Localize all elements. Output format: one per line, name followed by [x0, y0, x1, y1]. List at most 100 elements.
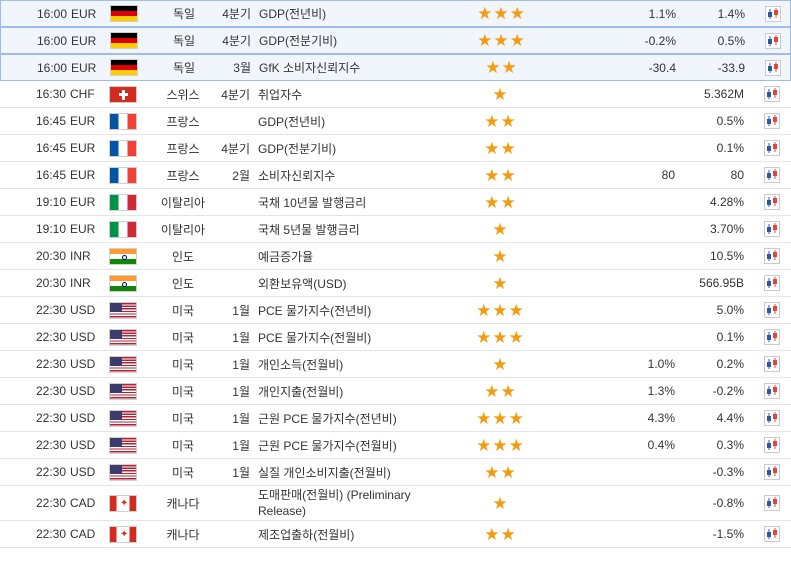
calendar-row[interactable]: 22:30 USD 미국 1월 PCE 물가지수(전년비) ★ ★ ★ 5.0%: [0, 297, 791, 324]
flag-fr-icon: [109, 112, 137, 130]
calendar-row[interactable]: 19:10 EUR 이탈리아 국채 10년물 발행금리 ★ ★ 4.28%: [0, 189, 791, 216]
calendar-row[interactable]: 22:30 USD 미국 1월 근원 PCE 물가지수(전월비) ★ ★ ★ 0.4% 0.3%: [0, 432, 791, 459]
candlestick-chart-icon[interactable]: [764, 495, 780, 511]
event-name[interactable]: GDP(전년비): [258, 108, 448, 134]
calendar-row[interactable]: 16:45 EUR 프랑스 4분기 GDP(전분기비) ★ ★ 0.1%: [0, 135, 791, 162]
currency-code: USD: [70, 303, 96, 317]
event-name[interactable]: 개인소득(전월비): [258, 351, 448, 377]
event-name[interactable]: 국채 5년물 발행금리: [258, 216, 448, 242]
candlestick-chart-icon[interactable]: [764, 356, 780, 372]
currency-code: USD: [70, 465, 96, 479]
event-time: 16:45: [35, 168, 66, 182]
event-name[interactable]: 취업자수: [258, 81, 448, 107]
actual-value: [580, 216, 675, 242]
event-name[interactable]: 실질 개인소비지출(전월비): [258, 459, 448, 485]
star-icon: ★: [492, 327, 508, 347]
star-icon: ★: [492, 354, 508, 374]
candlestick-chart-icon[interactable]: [764, 248, 780, 264]
calendar-row[interactable]: 16:00 EUR 독일 4분기 GDP(전분기비) ★ ★ ★ -0.2% 0.5%: [0, 27, 791, 54]
calendar-row[interactable]: 20:30 INR 인도 예금증가율 ★ 10.5%: [0, 243, 791, 270]
event-time: 22:30: [35, 527, 66, 541]
country-name: 미국: [171, 438, 195, 453]
candlestick-chart-icon[interactable]: [764, 194, 780, 210]
candlestick-chart-icon[interactable]: [764, 464, 780, 480]
calendar-row[interactable]: 22:30 USD 미국 1월 PCE 물가지수(전월비) ★ ★ ★ 0.1%: [0, 324, 791, 351]
calendar-row[interactable]: 22:30 CAD ✦ 캐나다 제조업출하(전월비) ★ ★ -1.5%: [0, 521, 791, 548]
calendar-row[interactable]: 22:30 USD 미국 1월 개인소득(전월비) ★ 1.0% 0.2%: [0, 351, 791, 378]
actual-value: [580, 189, 675, 215]
event-name[interactable]: GDP(전년비): [259, 1, 449, 26]
event-name[interactable]: GDP(전분기비): [258, 135, 448, 161]
calendar-row[interactable]: 20:30 INR 인도 외환보유액(USD) ★ 566.95B: [0, 270, 791, 297]
event-name[interactable]: 외환보유액(USD): [258, 270, 448, 296]
event-name[interactable]: PCE 물가지수(전월비): [258, 324, 448, 350]
importance-rating: ★: [466, 270, 534, 296]
calendar-row[interactable]: 22:30 CAD ✦ 캐나다 도매판매(전월비) (Preliminary Relea…: [0, 486, 791, 521]
flag-us-icon: [109, 382, 137, 400]
event-period: [214, 486, 250, 520]
candlestick-chart-icon[interactable]: [764, 410, 780, 426]
calendar-row[interactable]: 16:00 EUR 독일 4분기 GDP(전년비) ★ ★ ★ 1.1% 1.4%: [0, 0, 791, 27]
candlestick-chart-icon[interactable]: [764, 302, 780, 318]
event-name[interactable]: 소비자신뢰지수: [258, 162, 448, 188]
forecast-value: -33.9: [717, 60, 745, 75]
actual-value: 80: [661, 168, 675, 182]
candlestick-chart-icon[interactable]: [765, 32, 781, 49]
event-period: [214, 108, 250, 134]
calendar-row[interactable]: 22:30 USD 미국 1월 개인지출(전월비) ★ ★ 1.3% -0.2%: [0, 378, 791, 405]
event-name[interactable]: 개인지출(전월비): [258, 378, 448, 404]
candlestick-chart-icon[interactable]: [765, 59, 781, 76]
event-period: 4분기: [222, 7, 251, 21]
star-icon: ★: [501, 58, 517, 77]
currency-code: USD: [70, 411, 96, 425]
event-name[interactable]: 근원 PCE 물가지수(전년비): [258, 405, 448, 431]
currency-code: INR: [70, 276, 91, 290]
event-name[interactable]: 예금증가율: [258, 243, 448, 269]
importance-rating: ★ ★: [466, 189, 534, 215]
candlestick-chart-icon[interactable]: [764, 113, 780, 129]
calendar-row[interactable]: 16:45 EUR 프랑스 GDP(전년비) ★ ★ 0.5%: [0, 108, 791, 135]
event-name[interactable]: 근원 PCE 물가지수(전월비): [258, 432, 448, 458]
forecast-value: 566.95B: [699, 276, 744, 290]
calendar-row[interactable]: 16:45 EUR 프랑스 2월 소비자신뢰지수 ★ ★ 80 80: [0, 162, 791, 189]
event-name[interactable]: GfK 소비자신뢰지수: [259, 55, 449, 80]
event-time: 22:30: [35, 411, 66, 425]
star-icon: ★: [500, 381, 516, 401]
candlestick-chart-icon[interactable]: [764, 329, 780, 345]
calendar-row[interactable]: 19:10 EUR 이탈리아 국채 5년물 발행금리 ★ 3.70%: [0, 216, 791, 243]
candlestick-chart-icon[interactable]: [765, 5, 781, 22]
country-name: 프랑스: [166, 168, 200, 183]
candlestick-chart-icon[interactable]: [764, 383, 780, 399]
star-icon: ★: [493, 4, 509, 23]
star-icon: ★: [476, 408, 492, 428]
star-icon: ★: [477, 4, 493, 23]
event-time: 16:00: [36, 33, 67, 48]
country-name: 이탈리아: [160, 195, 206, 210]
event-name[interactable]: 도매판매(전월비) (Preliminary Release): [258, 486, 448, 520]
star-icon: ★: [500, 524, 516, 544]
candlestick-chart-icon[interactable]: [764, 221, 780, 237]
candlestick-chart-icon[interactable]: [764, 275, 780, 291]
importance-rating: ★ ★: [466, 135, 534, 161]
calendar-row[interactable]: 22:30 USD 미국 1월 근원 PCE 물가지수(전년비) ★ ★ ★ 4.3% 4.4%: [0, 405, 791, 432]
star-icon: ★: [492, 493, 508, 513]
event-name[interactable]: PCE 물가지수(전년비): [258, 297, 448, 323]
event-name[interactable]: 국채 10년물 발행금리: [258, 189, 448, 215]
country-name: 이탈리아: [160, 222, 206, 237]
candlestick-chart-icon[interactable]: [764, 526, 780, 542]
actual-value: [580, 486, 675, 520]
candlestick-chart-icon[interactable]: [764, 437, 780, 453]
event-name[interactable]: GDP(전분기비): [259, 28, 449, 53]
event-period: 1월: [232, 303, 250, 318]
currency-code: CAD: [70, 527, 96, 541]
actual-value: 0.4%: [647, 438, 675, 452]
calendar-row[interactable]: 16:30 CHF 스위스 4분기 취업자수 ★ 5.362M: [0, 81, 791, 108]
calendar-row[interactable]: 16:00 EUR 독일 3월 GfK 소비자신뢰지수 ★ ★ -30.4 -33.9: [0, 54, 791, 81]
flag-us-icon: [109, 436, 137, 454]
calendar-row[interactable]: 22:30 USD 미국 1월 실질 개인소비지출(전월비) ★ ★ -0.3%: [0, 459, 791, 486]
event-name[interactable]: 제조업출하(전월비): [258, 521, 448, 547]
candlestick-chart-icon[interactable]: [764, 140, 780, 156]
candlestick-chart-icon[interactable]: [764, 86, 780, 102]
candlestick-chart-icon[interactable]: [764, 167, 780, 183]
importance-rating: ★: [466, 81, 534, 107]
